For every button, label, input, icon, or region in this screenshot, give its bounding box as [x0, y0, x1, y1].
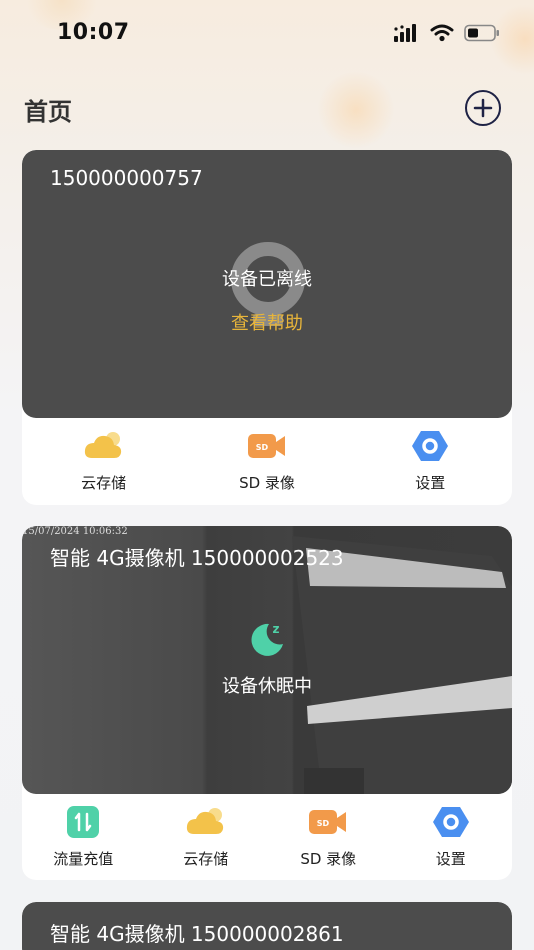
- sleep-overlay: z 设备休眠中: [22, 618, 512, 698]
- sleep-moon-icon: z: [251, 622, 283, 656]
- settings-button[interactable]: 设置: [375, 428, 485, 493]
- cloud-storage-button[interactable]: 云存储: [151, 804, 261, 869]
- video-preview[interactable]: 15/07/2024 10:06:32 智能 4G摄像机 15000000252…: [22, 526, 512, 794]
- device-name: 智能 4G摄像机 150000002861: [50, 922, 344, 946]
- sleep-status: 设备休眠中: [222, 676, 312, 697]
- action-label: 设置: [415, 474, 446, 492]
- status-icons: [394, 24, 500, 42]
- settings-hex-icon: [432, 807, 469, 837]
- device-name: 150000000757: [50, 166, 203, 190]
- cellular-signal-icon: [394, 24, 416, 42]
- status-time: 10:07: [57, 20, 130, 45]
- view-help-link[interactable]: 查看帮助: [231, 309, 303, 335]
- wifi-icon: [430, 24, 454, 42]
- action-label: 云存储: [183, 850, 229, 868]
- plus-icon: [473, 98, 493, 118]
- header: 首页: [0, 86, 534, 130]
- card-actions: 云存储 SD SD 录像 设置: [22, 418, 512, 493]
- offline-status: 设备已离线: [222, 269, 312, 290]
- device-card: 15/07/2024 10:06:32 智能 4G摄像机 15000000252…: [22, 526, 512, 880]
- settings-button[interactable]: 设置: [396, 804, 506, 869]
- card-actions: 流量充值 云存储 SD SD 录像 设置: [22, 794, 512, 869]
- video-preview[interactable]: 150000000757 设备已离线 查看帮助: [22, 150, 512, 418]
- svg-text:z: z: [273, 622, 280, 636]
- action-label: SD 录像: [239, 474, 295, 492]
- cloud-icon: [84, 432, 121, 458]
- action-label: 云存储: [81, 474, 127, 492]
- device-card: 150000000757 设备已离线 查看帮助 云存储 SD SD 录像 设置: [22, 150, 512, 505]
- action-label: 设置: [435, 850, 466, 868]
- video-timestamp: 15/07/2024 10:06:32: [22, 526, 128, 537]
- action-label: 流量充值: [53, 850, 114, 868]
- device-name: 智能 4G摄像机 150000002523: [50, 546, 344, 570]
- video-preview[interactable]: 智能 4G摄像机 150000002861: [22, 902, 512, 950]
- battery-icon: [464, 24, 499, 42]
- svg-text:SD: SD: [256, 443, 269, 452]
- cloud-storage-button[interactable]: 云存储: [49, 428, 159, 493]
- svg-text:SD: SD: [317, 819, 330, 828]
- sd-recording-button[interactable]: SD SD 录像: [273, 804, 383, 869]
- status-bar: 10:07: [0, 0, 534, 70]
- data-recharge-icon: [67, 806, 100, 838]
- sd-recording-button[interactable]: SD SD 录像: [212, 428, 322, 493]
- sd-camera-icon: SD: [309, 810, 347, 834]
- page-title: 首页: [24, 98, 72, 126]
- action-label: SD 录像: [300, 850, 357, 868]
- settings-hex-icon: [412, 431, 449, 461]
- data-recharge-button[interactable]: 流量充值: [28, 804, 138, 869]
- offline-overlay: 设备已离线 查看帮助: [22, 265, 512, 335]
- sd-camera-icon: SD: [247, 434, 285, 458]
- cloud-icon: [186, 808, 223, 834]
- add-device-button[interactable]: [465, 90, 501, 126]
- device-card: 智能 4G摄像机 150000002861: [22, 902, 512, 950]
